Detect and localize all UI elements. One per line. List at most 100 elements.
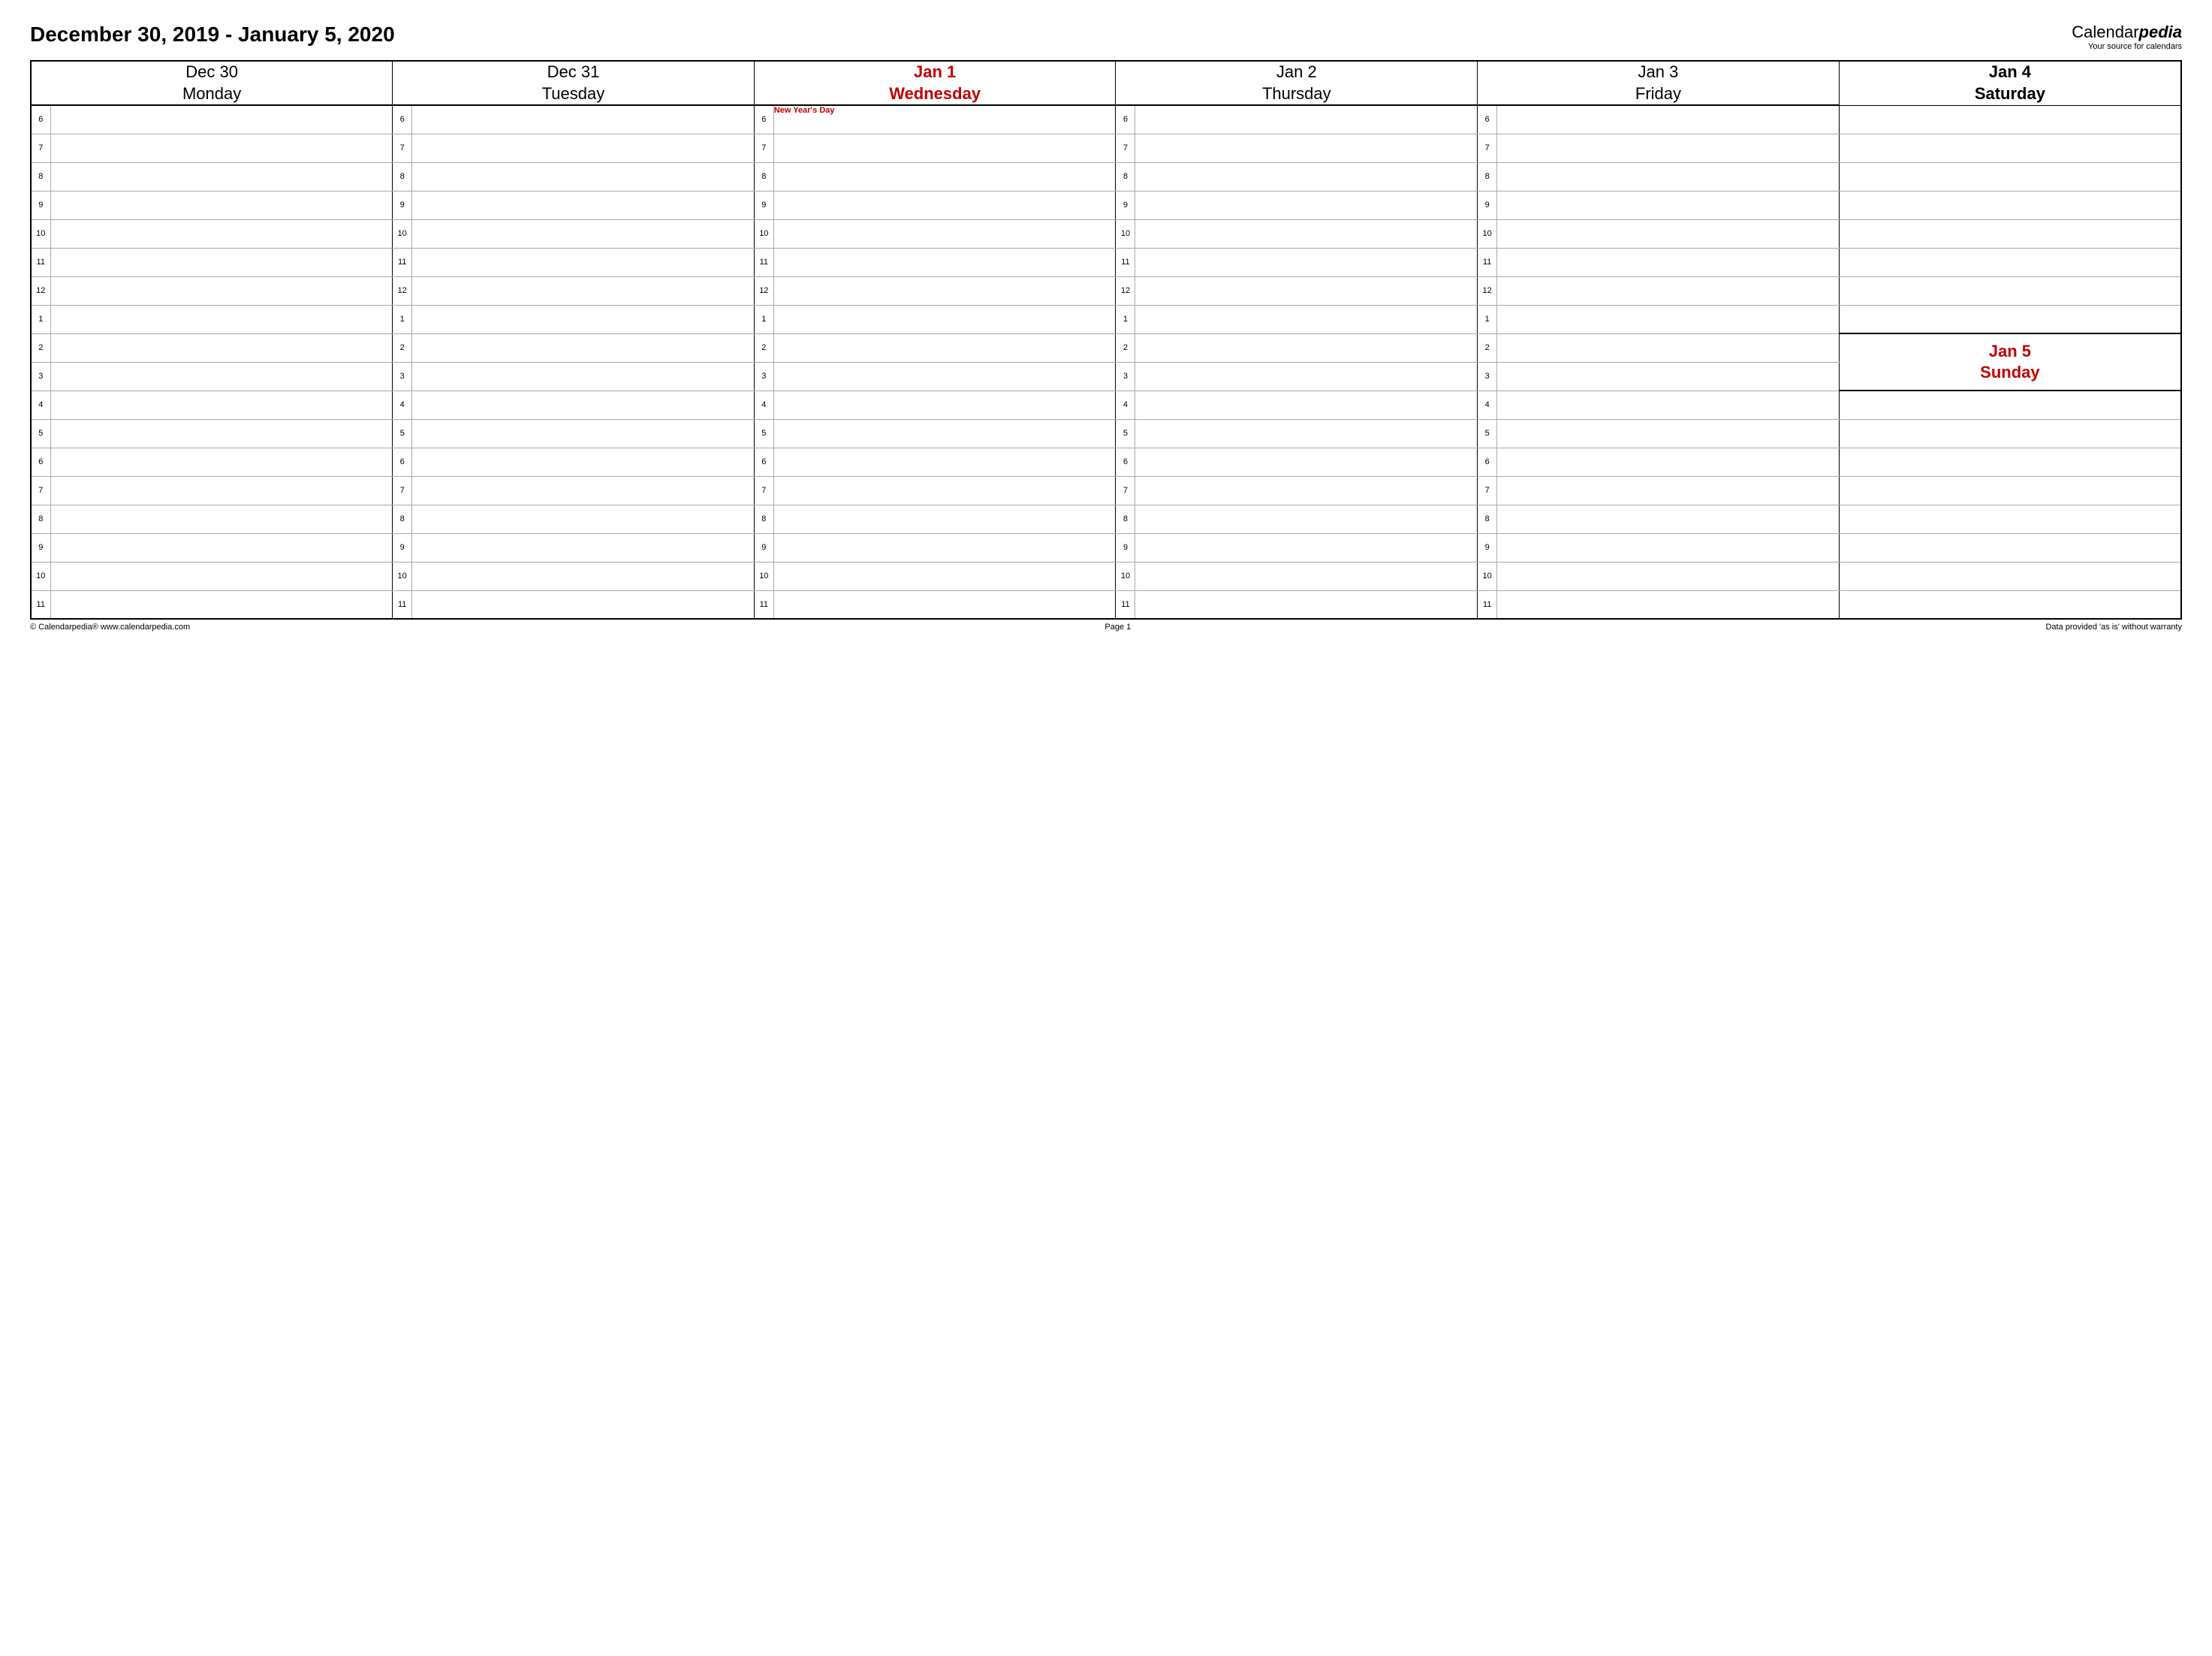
weekend-slot[interactable]	[1839, 105, 2181, 134]
time-slot[interactable]	[1135, 105, 1478, 134]
time-slot[interactable]	[773, 248, 1116, 276]
time-slot[interactable]	[1497, 105, 1840, 134]
time-slot[interactable]	[1135, 419, 1478, 448]
time-slot[interactable]	[412, 362, 755, 391]
time-slot[interactable]	[1497, 276, 1840, 305]
time-slot[interactable]	[1135, 248, 1478, 276]
time-slot[interactable]	[773, 219, 1116, 248]
weekend-slot[interactable]	[1839, 448, 2181, 476]
time-slot[interactable]	[1135, 533, 1478, 562]
weekend-slot[interactable]	[1839, 505, 2181, 533]
time-slot[interactable]	[50, 191, 393, 219]
weekend-slot[interactable]	[1839, 219, 2181, 248]
time-slot[interactable]	[1135, 276, 1478, 305]
time-slot[interactable]	[773, 305, 1116, 333]
time-slot[interactable]: New Year's Day	[773, 105, 1116, 134]
time-slot[interactable]	[50, 391, 393, 419]
time-slot[interactable]	[50, 134, 393, 162]
time-slot[interactable]	[773, 562, 1116, 590]
time-slot[interactable]	[50, 562, 393, 590]
time-slot[interactable]	[1497, 219, 1840, 248]
time-slot[interactable]	[773, 419, 1116, 448]
time-slot[interactable]	[773, 276, 1116, 305]
time-slot[interactable]	[1135, 162, 1478, 191]
time-slot[interactable]	[412, 333, 755, 362]
time-slot[interactable]	[50, 476, 393, 505]
weekend-slot[interactable]	[1839, 305, 2181, 333]
time-slot[interactable]	[1135, 134, 1478, 162]
time-slot[interactable]	[1135, 448, 1478, 476]
time-slot[interactable]	[50, 276, 393, 305]
time-slot[interactable]	[773, 134, 1116, 162]
time-slot[interactable]	[412, 448, 755, 476]
time-slot[interactable]	[1497, 562, 1840, 590]
time-slot[interactable]	[773, 362, 1116, 391]
weekend-slot[interactable]	[1839, 276, 2181, 305]
time-slot[interactable]	[1497, 362, 1840, 391]
time-slot[interactable]	[50, 362, 393, 391]
time-slot[interactable]	[1135, 362, 1478, 391]
time-slot[interactable]	[50, 333, 393, 362]
time-slot[interactable]	[1135, 391, 1478, 419]
weekend-slot[interactable]	[1839, 162, 2181, 191]
time-slot[interactable]	[412, 391, 755, 419]
time-slot[interactable]	[1497, 448, 1840, 476]
time-slot[interactable]	[50, 419, 393, 448]
time-slot[interactable]	[50, 248, 393, 276]
weekend-slot[interactable]	[1839, 391, 2181, 419]
time-slot[interactable]	[412, 162, 755, 191]
weekend-slot[interactable]	[1839, 134, 2181, 162]
time-slot[interactable]	[1497, 305, 1840, 333]
time-slot[interactable]	[1135, 333, 1478, 362]
weekend-slot[interactable]	[1839, 533, 2181, 562]
time-slot[interactable]	[773, 333, 1116, 362]
time-slot[interactable]	[1497, 476, 1840, 505]
time-slot[interactable]	[1497, 162, 1840, 191]
time-slot[interactable]	[1497, 590, 1840, 619]
time-slot[interactable]	[1135, 191, 1478, 219]
time-slot[interactable]	[412, 248, 755, 276]
time-slot[interactable]	[773, 505, 1116, 533]
time-slot[interactable]	[412, 134, 755, 162]
time-slot[interactable]	[1497, 134, 1840, 162]
time-slot[interactable]	[773, 191, 1116, 219]
time-slot[interactable]	[773, 448, 1116, 476]
time-slot[interactable]	[50, 505, 393, 533]
time-slot[interactable]	[50, 162, 393, 191]
time-slot[interactable]	[1497, 191, 1840, 219]
time-slot[interactable]	[412, 476, 755, 505]
time-slot[interactable]	[412, 305, 755, 333]
time-slot[interactable]	[1497, 419, 1840, 448]
time-slot[interactable]	[412, 219, 755, 248]
time-slot[interactable]	[412, 590, 755, 619]
time-slot[interactable]	[50, 448, 393, 476]
time-slot[interactable]	[773, 590, 1116, 619]
time-slot[interactable]	[773, 391, 1116, 419]
time-slot[interactable]	[773, 476, 1116, 505]
weekend-slot[interactable]	[1839, 590, 2181, 619]
time-slot[interactable]	[1497, 505, 1840, 533]
time-slot[interactable]	[1135, 476, 1478, 505]
weekend-slot[interactable]	[1839, 562, 2181, 590]
time-slot[interactable]	[1497, 248, 1840, 276]
time-slot[interactable]	[1497, 333, 1840, 362]
time-slot[interactable]	[1135, 590, 1478, 619]
time-slot[interactable]	[412, 419, 755, 448]
time-slot[interactable]	[50, 590, 393, 619]
time-slot[interactable]	[412, 105, 755, 134]
time-slot[interactable]	[773, 162, 1116, 191]
time-slot[interactable]	[1135, 219, 1478, 248]
time-slot[interactable]	[773, 533, 1116, 562]
time-slot[interactable]	[412, 191, 755, 219]
time-slot[interactable]	[412, 562, 755, 590]
weekend-slot[interactable]	[1839, 248, 2181, 276]
time-slot[interactable]	[1135, 305, 1478, 333]
time-slot[interactable]	[50, 105, 393, 134]
time-slot[interactable]	[50, 219, 393, 248]
time-slot[interactable]	[412, 533, 755, 562]
time-slot[interactable]	[412, 276, 755, 305]
time-slot[interactable]	[412, 505, 755, 533]
time-slot[interactable]	[1497, 391, 1840, 419]
time-slot[interactable]	[1497, 533, 1840, 562]
time-slot[interactable]	[50, 533, 393, 562]
